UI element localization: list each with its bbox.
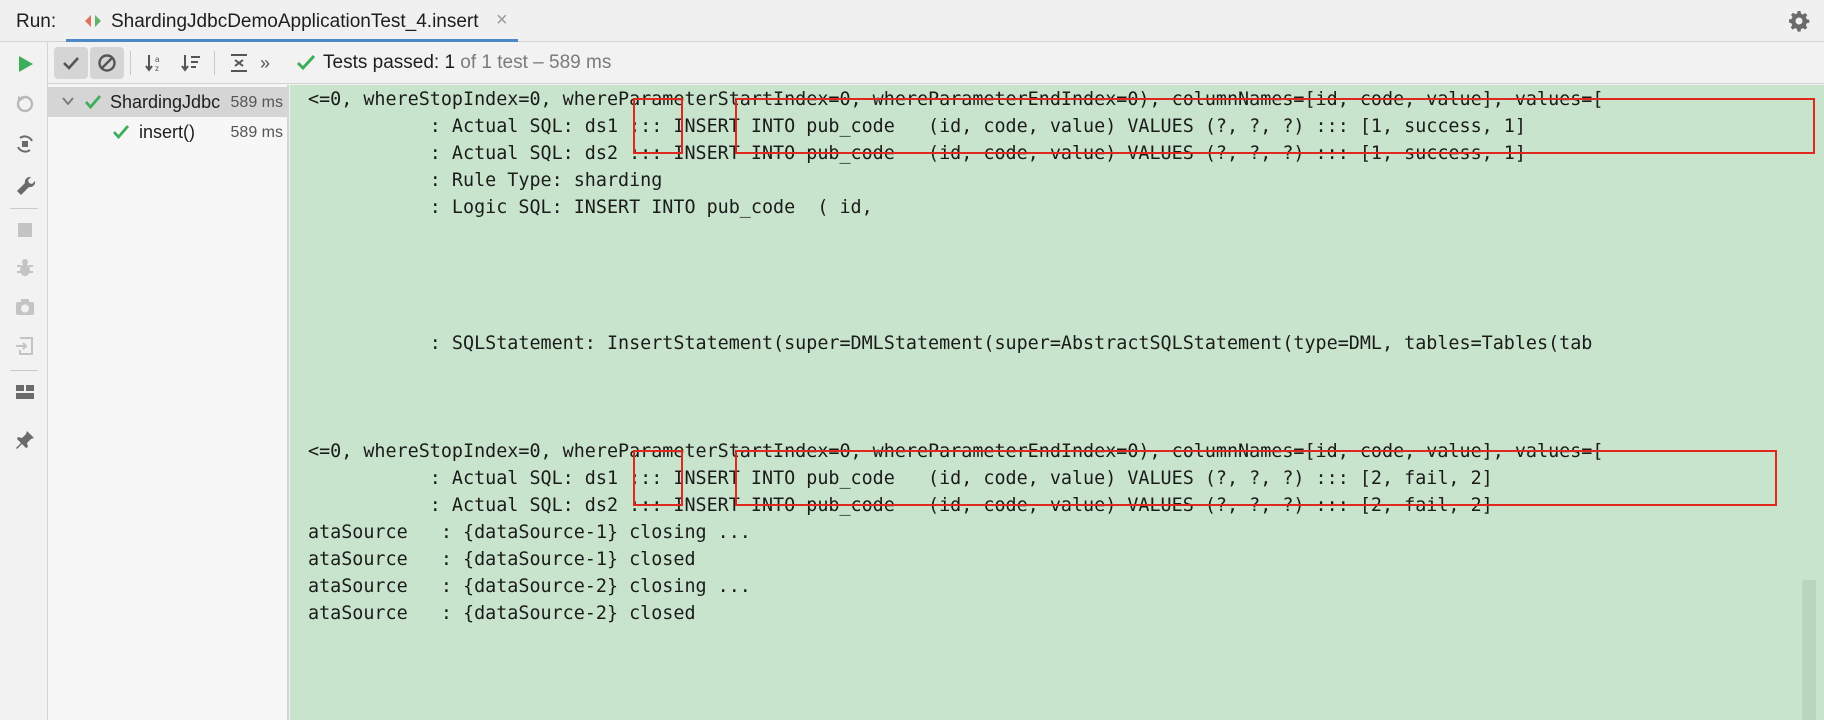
- console-scrollbar[interactable]: [1802, 580, 1816, 720]
- sort-by-duration-button[interactable]: [174, 47, 208, 79]
- check-icon: [84, 95, 102, 110]
- check-icon: [112, 125, 130, 140]
- strip-divider: [10, 370, 38, 371]
- run-tab-title: ShardingJdbcDemoApplicationTest_4.insert: [111, 11, 479, 32]
- console-line: ataSource : {dataSource-1} closing ...: [308, 522, 751, 543]
- toolbar-divider: [214, 51, 215, 75]
- sort-duration-icon: [181, 55, 200, 72]
- tree-item-test-method[interactable]: insert() 589 ms: [48, 117, 289, 147]
- console-line: : Logic SQL: INSERT INTO pub_code ( id,: [308, 197, 873, 218]
- run-tool-strip: [0, 42, 48, 720]
- check-icon: [296, 54, 316, 71]
- test-class-icon: [85, 15, 101, 27]
- layout-icon[interactable]: [13, 380, 37, 404]
- tree-item-time: 589 ms: [230, 124, 283, 141]
- tree-item-test-class[interactable]: ShardingJdbcDemoApplicationTest_4 589 ms: [48, 87, 289, 117]
- sql-highlight-box: [735, 450, 1777, 506]
- ignored-icon: [98, 54, 116, 72]
- expand-all-button[interactable]: [222, 47, 256, 79]
- wrench-icon[interactable]: [13, 172, 37, 196]
- sql-highlight-box: [735, 98, 1815, 154]
- sort-alpha-icon: az: [145, 55, 160, 73]
- tree-item-time: 589 ms: [230, 94, 283, 111]
- console-line: ataSource : {dataSource-2} closed: [308, 603, 696, 624]
- datasource-highlight-box: [633, 98, 683, 154]
- test-status: Tests passed: 1 of 1 test – 589 ms: [323, 52, 611, 74]
- test-runner-toolbar: az » Tests passed: 1 of 1 test – 589 ms: [48, 42, 1824, 84]
- debug-icon[interactable]: [13, 256, 37, 280]
- tree-item-label: insert(): [139, 122, 196, 142]
- show-passed-button[interactable]: [54, 47, 88, 79]
- test-tree: ShardingJdbcDemoApplicationTest_4 589 ms…: [48, 85, 289, 720]
- run-icon[interactable]: [13, 52, 37, 76]
- exit-icon[interactable]: [13, 334, 37, 358]
- run-label: Run:: [16, 11, 57, 32]
- tool-window-header: Run: ShardingJdbcDemoApplicationTest_4.i…: [0, 0, 1824, 43]
- toggle-auto-test-icon[interactable]: [13, 132, 37, 156]
- console-line: : Rule Type: sharding: [308, 170, 663, 191]
- console-line: ataSource : {dataSource-2} closing ...: [308, 576, 751, 597]
- svg-text:z: z: [155, 64, 159, 73]
- check-icon: [63, 57, 79, 70]
- status-count: 1: [444, 52, 456, 73]
- stop-icon[interactable]: [13, 218, 37, 242]
- pin-icon[interactable]: [13, 428, 37, 452]
- run-tab[interactable]: ShardingJdbcDemoApplicationTest_4.insert…: [66, 0, 518, 43]
- rerun-failed-icon[interactable]: [13, 92, 37, 116]
- strip-divider: [10, 208, 38, 209]
- status-prefix: Tests passed:: [323, 52, 445, 73]
- datasource-highlight-box: [633, 450, 683, 506]
- expand-icon: [231, 54, 247, 72]
- chevron-down-icon[interactable]: [62, 95, 74, 107]
- console-line: : SQLStatement: InsertStatement(super=DM…: [308, 333, 1593, 354]
- show-ignored-button[interactable]: [90, 47, 124, 79]
- camera-icon[interactable]: [13, 295, 37, 319]
- close-icon[interactable]: ×: [496, 9, 508, 32]
- gear-icon[interactable]: [1787, 9, 1811, 33]
- status-suffix: of 1 test – 589 ms: [455, 52, 612, 73]
- console-line: ataSource : {dataSource-1} closed: [308, 549, 696, 570]
- toolbar-divider: [130, 51, 131, 75]
- sort-alphabetically-button[interactable]: az: [138, 47, 172, 79]
- svg-text:a: a: [155, 55, 160, 64]
- console-output[interactable]: <=0, whereStopIndex=0, whereParameterSta…: [290, 85, 1824, 720]
- tree-item-label: ShardingJdbcDemoApplicationTest_4: [110, 92, 220, 112]
- more-actions-button[interactable]: »: [254, 47, 276, 79]
